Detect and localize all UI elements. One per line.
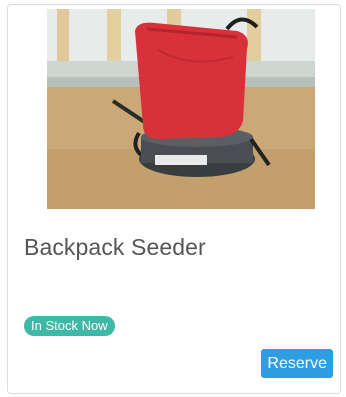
product-photo	[47, 9, 315, 209]
stock-status-badge: In Stock Now	[24, 316, 115, 336]
product-image[interactable]	[47, 9, 315, 209]
reserve-button[interactable]: Reserve	[261, 349, 333, 378]
product-card: Backpack Seeder In Stock Now Reserve	[7, 4, 341, 394]
product-title[interactable]: Backpack Seeder	[24, 234, 206, 261]
